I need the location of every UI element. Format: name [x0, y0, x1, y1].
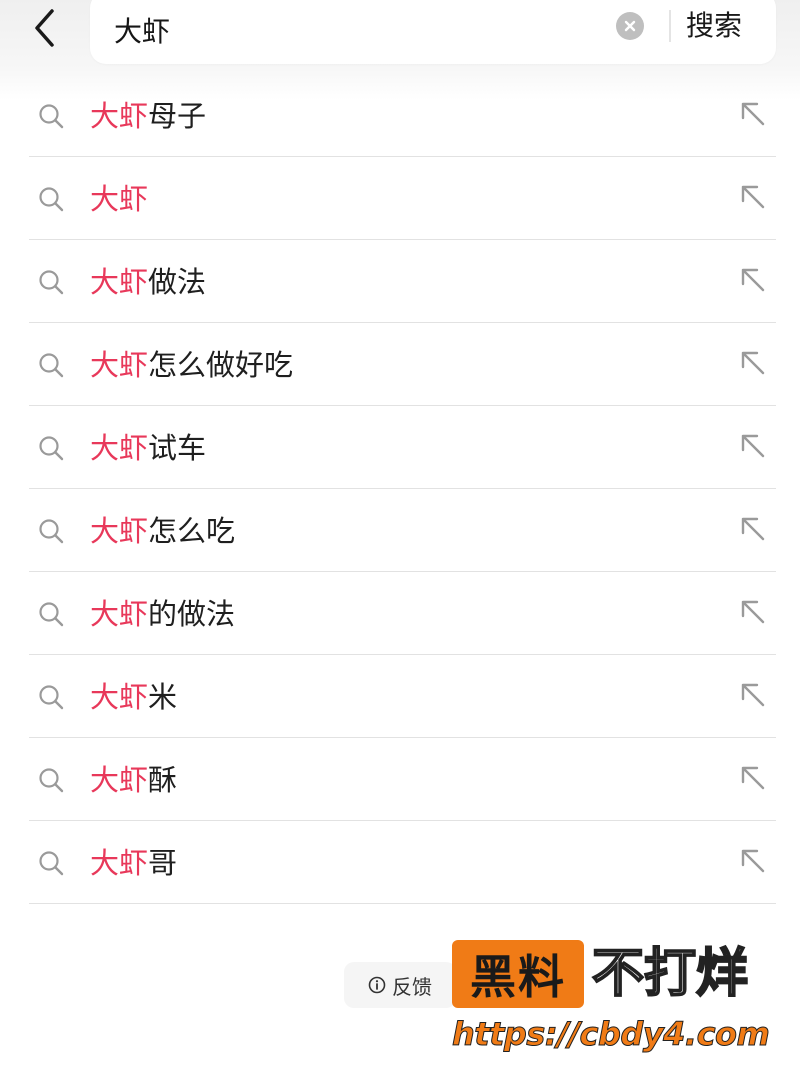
- suggestion-highlight: 大虾: [90, 431, 149, 465]
- watermark-url: https://cbdy4.com: [452, 1015, 771, 1054]
- suggestion-text: 大虾: [90, 179, 148, 219]
- suggestion-rest: 的做法: [148, 597, 236, 631]
- watermark-brand-text: 不打烊: [591, 943, 749, 1005]
- search-icon: [39, 768, 64, 793]
- suggestion-rest: 试车: [148, 431, 207, 465]
- chevron-left-icon: [35, 9, 54, 47]
- arrow-up-left-icon[interactable]: [738, 514, 768, 544]
- suggestion-highlight: 大虾: [90, 348, 149, 382]
- arrow-up-left-icon[interactable]: [738, 265, 768, 295]
- watermark: 黑料 不打烊 https://cbdy4.com: [452, 938, 792, 1058]
- clear-button[interactable]: [616, 12, 644, 40]
- search-icon: [39, 851, 64, 876]
- suggestion-text: 大虾试车: [90, 428, 206, 468]
- suggestion-highlight: 大虾: [90, 763, 149, 797]
- arrow-up-left-icon[interactable]: [738, 597, 768, 627]
- suggestion-text: 大虾母子: [90, 96, 206, 136]
- suggestion-text: 大虾哥: [90, 843, 177, 883]
- info-icon: [368, 976, 386, 994]
- search-icon: [39, 602, 64, 627]
- watermark-badge: 黑料: [452, 940, 584, 1008]
- suggestion-highlight: 大虾: [90, 514, 149, 548]
- search-box: 搜索: [90, 0, 776, 64]
- suggestion-rest: 哥: [148, 846, 178, 880]
- arrow-up-left-icon[interactable]: [738, 182, 768, 212]
- suggestion-item[interactable]: 大虾酥: [29, 738, 776, 821]
- suggestion-item[interactable]: 大虾米: [29, 655, 776, 738]
- suggestion-rest: 米: [148, 680, 178, 714]
- suggestion-text: 大虾的做法: [90, 594, 235, 634]
- suggestion-text: 大虾怎么做好吃: [90, 345, 293, 385]
- suggestion-rest: 做法: [148, 265, 207, 299]
- search-icon: [39, 519, 64, 544]
- suggestion-item[interactable]: 大虾怎么吃: [29, 489, 776, 572]
- suggestion-rest: 酥: [148, 763, 178, 797]
- suggestion-text: 大虾酥: [90, 760, 177, 800]
- search-icon: [39, 270, 64, 295]
- clear-circle-icon: [624, 20, 636, 32]
- arrow-up-left-icon[interactable]: [738, 348, 768, 378]
- search-icon: [39, 685, 64, 710]
- arrow-up-left-icon[interactable]: [738, 763, 768, 793]
- arrow-up-left-icon[interactable]: [738, 431, 768, 461]
- suggestion-highlight: 大虾: [90, 846, 149, 880]
- arrow-up-left-icon[interactable]: [738, 680, 768, 710]
- suggestion-highlight: 大虾: [90, 99, 149, 133]
- suggestion-text: 大虾怎么吃: [90, 511, 235, 551]
- feedback-label: 反馈: [392, 974, 432, 999]
- suggestion-item[interactable]: 大虾怎么做好吃: [29, 323, 776, 406]
- suggestion-item[interactable]: 大虾做法: [29, 240, 776, 323]
- search-input[interactable]: [114, 10, 584, 50]
- suggestion-highlight: 大虾: [90, 182, 149, 216]
- feedback-button[interactable]: 反馈: [344, 962, 456, 1008]
- suggestion-list: 大虾母子 大虾 大虾做法 大虾怎么做好吃 大虾试车 大虾怎么吃 大虾的做法 大虾…: [29, 74, 776, 904]
- suggestion-highlight: 大虾: [90, 265, 149, 299]
- suggestion-highlight: 大虾: [90, 680, 149, 714]
- suggestion-rest: 怎么做好吃: [148, 348, 294, 382]
- suggestion-rest: 怎么吃: [148, 514, 236, 548]
- suggestion-item[interactable]: 大虾试车: [29, 406, 776, 489]
- search-button[interactable]: 搜索: [686, 4, 742, 48]
- back-button[interactable]: [22, 6, 66, 50]
- suggestion-item[interactable]: 大虾哥: [29, 821, 776, 904]
- search-icon: [39, 353, 64, 378]
- suggestion-text: 大虾做法: [90, 262, 206, 302]
- suggestion-highlight: 大虾: [90, 597, 149, 631]
- suggestion-text: 大虾米: [90, 677, 177, 717]
- arrow-up-left-icon[interactable]: [738, 99, 768, 129]
- search-icon: [39, 436, 64, 461]
- suggestion-item[interactable]: 大虾母子: [29, 74, 776, 157]
- search-icon: [39, 187, 64, 212]
- search-box-divider: [669, 10, 671, 42]
- arrow-up-left-icon[interactable]: [738, 846, 768, 876]
- suggestion-rest: 母子: [148, 99, 207, 133]
- search-icon: [39, 104, 64, 129]
- suggestion-item[interactable]: 大虾: [29, 157, 776, 240]
- suggestion-item[interactable]: 大虾的做法: [29, 572, 776, 655]
